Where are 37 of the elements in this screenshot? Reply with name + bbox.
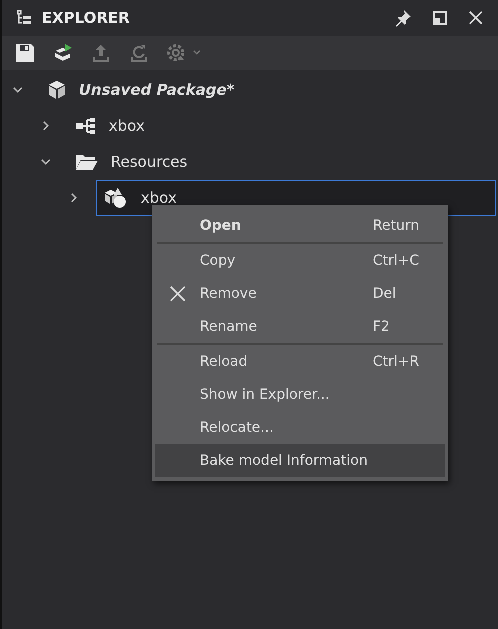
menu-item-label: Remove <box>200 286 258 302</box>
close-icon[interactable] <box>468 10 484 26</box>
close-icon <box>170 286 186 302</box>
hierarchy-icon <box>75 117 97 135</box>
shortcut-label: Ctrl+C <box>373 252 420 268</box>
folder-icon <box>75 153 99 171</box>
tree-item[interactable]: Unsaved Package* <box>40 72 496 108</box>
refresh-icon <box>128 42 150 64</box>
menu-item[interactable]: Copy Ctrl+C <box>155 244 445 277</box>
tree-item[interactable]: xbox <box>68 108 496 144</box>
menu-item[interactable]: Relocate... <box>155 411 445 444</box>
menu-item-label: Bake model Information <box>200 452 369 468</box>
menu-item[interactable]: Show in Explorer... <box>155 378 445 411</box>
menu-item-label: Open <box>200 218 242 234</box>
menu-item-label: Reload <box>200 354 249 370</box>
menu-item[interactable]: Bake model Information <box>155 444 445 477</box>
menu-item-label: Show in Explorer... <box>200 386 331 402</box>
shapes-icon <box>103 187 129 209</box>
pin-icon[interactable] <box>394 9 412 27</box>
cube-icon <box>47 80 67 100</box>
menu-item[interactable]: Reload Ctrl+R <box>155 345 445 378</box>
publish-icon <box>52 42 74 64</box>
panel-title: EXPLORER <box>42 9 130 27</box>
upload-icon <box>90 42 112 64</box>
shortcut-label: F2 <box>373 318 391 334</box>
tree-item[interactable]: Resources <box>68 144 496 180</box>
tree-icon <box>16 10 32 26</box>
menu-item-label: Relocate... <box>200 420 275 436</box>
menu-item[interactable]: Rename F2 <box>155 310 445 343</box>
save-icon <box>14 42 36 64</box>
restore-icon[interactable] <box>432 10 448 26</box>
menu-item-label: Rename <box>200 318 258 334</box>
menu-item[interactable]: Remove Del <box>155 277 445 310</box>
shortcut-label: Return <box>373 218 420 234</box>
shortcut-label: Del <box>373 286 398 302</box>
shortcut-label: Ctrl+R <box>373 354 420 370</box>
menu-item-label: Copy <box>200 252 237 268</box>
